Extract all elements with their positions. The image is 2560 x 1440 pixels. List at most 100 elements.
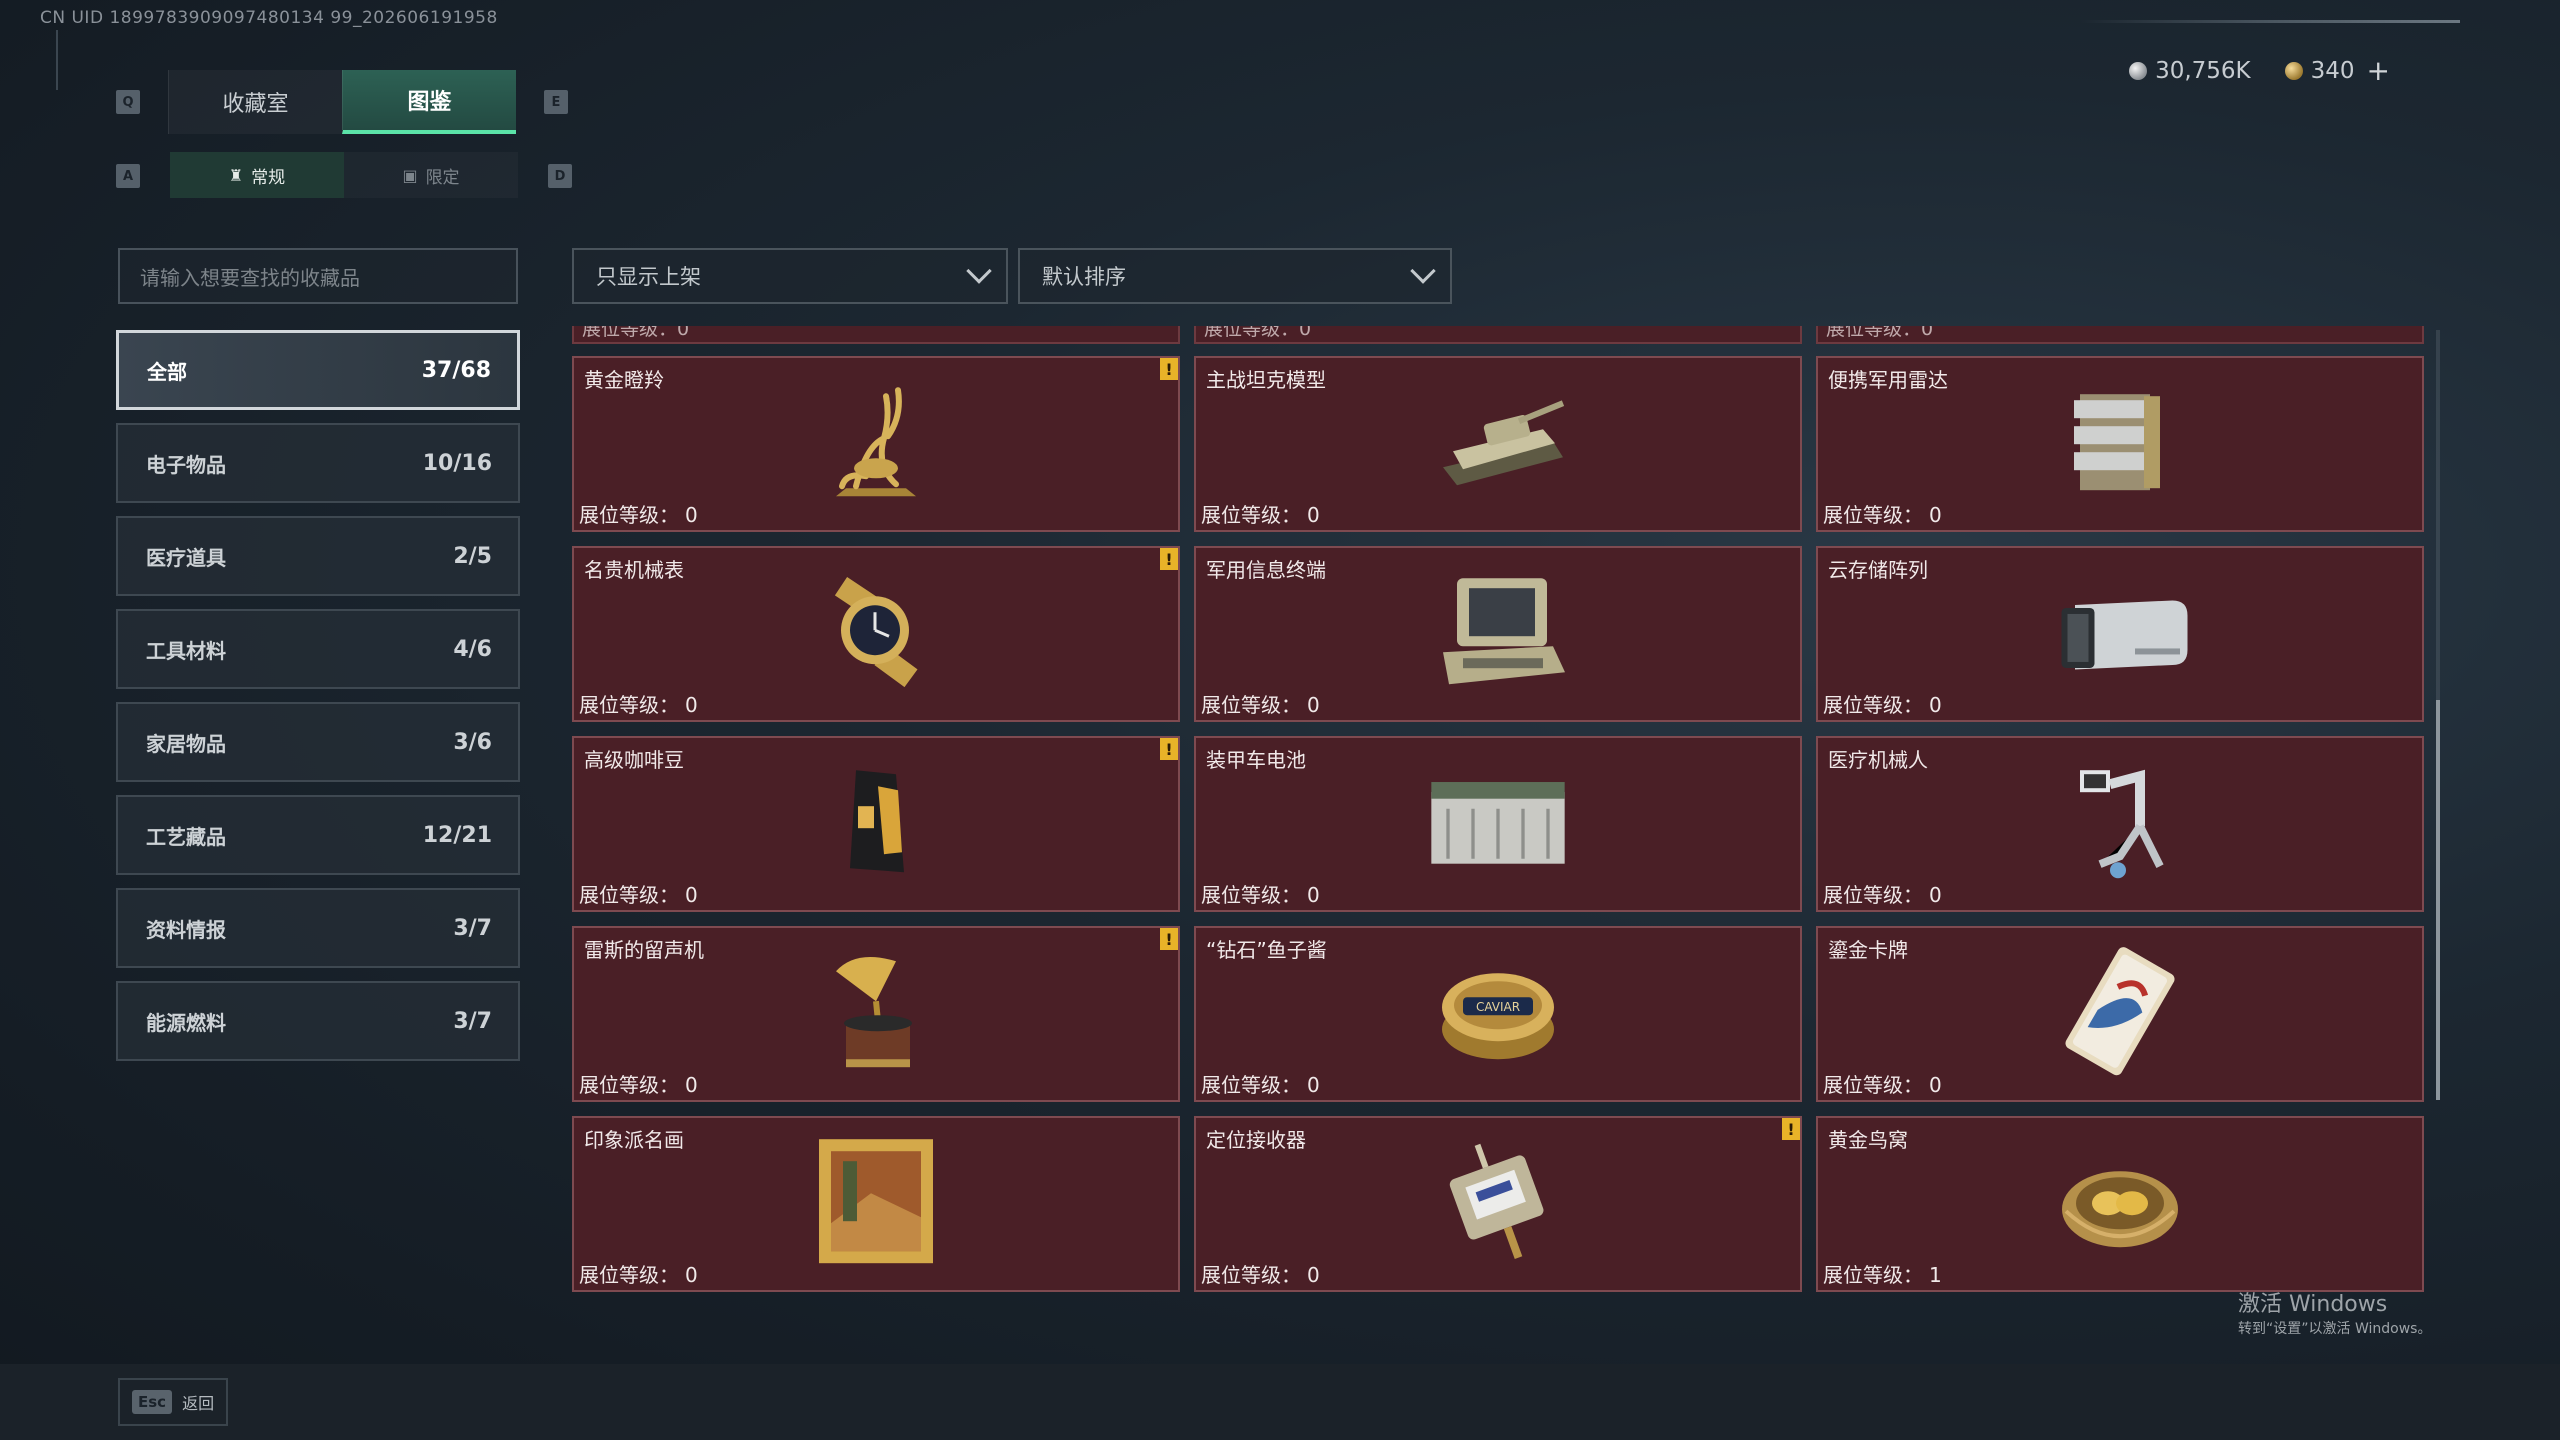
partial-card[interactable]: 展位等级：0 [572, 326, 1180, 344]
key-hint-a: A [116, 164, 140, 188]
silver-amount: 30,756K [2155, 57, 2251, 84]
item-level: 展位等级： 0 [1823, 879, 1942, 908]
shelf-filter-dropdown[interactable]: 只显示上架 [572, 248, 1008, 304]
grid-scrollbar[interactable] [2436, 330, 2440, 1100]
tab-limited[interactable]: ▣ 限定 [344, 152, 518, 198]
level-value: 0 [685, 1073, 698, 1097]
category-list: 全部 37/68 电子物品 10/16 医疗道具 2/5 工具材料 4/6 家居… [116, 330, 520, 1074]
item-level: 展位等级： 0 [1201, 499, 1320, 528]
item-card[interactable]: 雷斯的留声机 ! 展位等级： 0 [572, 926, 1180, 1102]
image-icon: ▣ [402, 165, 418, 185]
tab-catalog[interactable]: 图鉴 [342, 70, 516, 134]
receiver-icon [1423, 1131, 1573, 1271]
level-label: 展位等级： [579, 883, 679, 907]
level-value: 0 [685, 883, 698, 907]
chevron-down-icon [966, 258, 992, 284]
level-label: 展位等级： [1201, 1263, 1301, 1287]
category-count: 10/16 [422, 450, 492, 476]
level-label: 展位等级： [579, 503, 679, 527]
esc-key-hint: Esc [132, 1390, 173, 1414]
gold-coin-icon [2284, 61, 2303, 80]
gramophone-icon [801, 941, 951, 1081]
category-electronics[interactable]: 电子物品 10/16 [116, 423, 520, 503]
warning-badge-icon: ! [1160, 738, 1178, 760]
tab-collection-room[interactable]: 收藏室 [168, 70, 342, 134]
item-level: 展位等级： 0 [1201, 689, 1320, 718]
search-input[interactable]: 请输入想要查找的收藏品 [118, 248, 518, 304]
level-value: 0 [1929, 1073, 1942, 1097]
level-label: 展位等级： [1823, 503, 1923, 527]
bottle-icon: ♜ [228, 165, 244, 185]
sub-tab-bar: ♜ 常规 ▣ 限定 [170, 152, 518, 198]
uid-label: CN UID 1899783909097480134 99_2026061919… [40, 8, 498, 28]
category-medical[interactable]: 医疗道具 2/5 [116, 516, 520, 596]
level-label: 展位等级： [1823, 1263, 1923, 1287]
category-tools[interactable]: 工具材料 4/6 [116, 609, 520, 689]
item-name: 主战坦克模型 [1206, 368, 1326, 392]
windows-activation-watermark: 激活 Windows 转到“设置”以激活 Windows。 [2238, 1286, 2431, 1338]
category-intel[interactable]: 资料情报 3/7 [116, 888, 520, 968]
item-card[interactable]: 鎏金卡牌 展位等级： 0 [1816, 926, 2424, 1102]
category-energy[interactable]: 能源燃料 3/7 [116, 981, 520, 1061]
partial-card[interactable]: 展位等级：0 [1816, 326, 2424, 344]
item-name: 鎏金卡牌 [1828, 938, 1908, 962]
item-name: 定位接收器 [1206, 1128, 1306, 1152]
category-crafts[interactable]: 工艺藏品 12/21 [116, 795, 520, 875]
sort-dropdown[interactable]: 默认排序 [1018, 248, 1452, 304]
item-card[interactable]: 黄金瞪羚 ! 展位等级： 0 [572, 356, 1180, 532]
key-hint-e: E [544, 90, 568, 114]
category-label: 资料情报 [146, 917, 226, 942]
item-level: 展位等级： 0 [1201, 1259, 1320, 1288]
partial-row-top: 展位等级：0 展位等级：0 展位等级：0 [572, 326, 2424, 344]
item-level: 展位等级： 0 [579, 689, 698, 718]
item-card[interactable]: 主战坦克模型 展位等级： 0 [1194, 356, 1802, 532]
warning-badge-icon: ! [1160, 928, 1178, 950]
item-card[interactable]: “钻石”鱼子酱 CAVIAR 展位等级： 0 [1194, 926, 1802, 1102]
item-name: 军用信息终端 [1206, 558, 1326, 582]
item-name: 高级咖啡豆 [584, 748, 684, 772]
category-label: 工艺藏品 [146, 824, 226, 849]
item-name: 印象派名画 [584, 1128, 684, 1152]
medical-robot-icon [2045, 751, 2195, 891]
sort-value: 默认排序 [1042, 265, 1126, 289]
item-level: 展位等级： 0 [579, 499, 698, 528]
level-label: 展位等级： [1823, 1073, 1923, 1097]
item-card[interactable]: 医疗机械人 展位等级： 0 [1816, 736, 2424, 912]
item-card[interactable]: 定位接收器 ! 展位等级： 0 [1194, 1116, 1802, 1292]
category-all[interactable]: 全部 37/68 [116, 330, 520, 410]
top-tab-bar: 收藏室 图鉴 [168, 70, 516, 134]
level-value: 1 [1929, 1263, 1942, 1287]
back-button[interactable]: Esc 返回 [118, 1378, 228, 1426]
item-card[interactable]: 便携军用雷达 展位等级： 0 [1816, 356, 2424, 532]
level-value: 0 [1307, 503, 1320, 527]
level-label: 展位等级： [579, 693, 679, 717]
category-label: 医疗道具 [146, 545, 226, 570]
item-card[interactable]: 名贵机械表 ! 展位等级： 0 [572, 546, 1180, 722]
item-level: 展位等级： 0 [1823, 499, 1942, 528]
silver-currency: 30,756K [2129, 58, 2251, 84]
item-card[interactable]: 黄金鸟窝 展位等级： 1 [1816, 1116, 2424, 1292]
silver-coin-icon [2129, 61, 2148, 80]
tab-regular[interactable]: ♜ 常规 [170, 152, 344, 198]
item-card[interactable]: 高级咖啡豆 ! 展位等级： 0 [572, 736, 1180, 912]
item-card[interactable]: 云存储阵列 展位等级： 0 [1816, 546, 2424, 722]
item-level: 展位等级： 0 [1823, 689, 1942, 718]
add-currency-button[interactable]: + [2367, 54, 2390, 87]
item-level: 展位等级： 0 [1201, 1069, 1320, 1098]
item-card[interactable]: 装甲车电池 展位等级： 0 [1194, 736, 1802, 912]
item-level: 展位等级： 0 [1823, 1069, 1942, 1098]
category-label: 电子物品 [146, 452, 226, 477]
tab-regular-label: 常规 [251, 167, 286, 188]
item-card[interactable]: 印象派名画 展位等级： 0 [572, 1116, 1180, 1292]
partial-card[interactable]: 展位等级：0 [1194, 326, 1802, 344]
category-label: 家居物品 [146, 731, 226, 756]
item-card[interactable]: 军用信息终端 展位等级： 0 [1194, 546, 1802, 722]
storage-array-icon [2045, 561, 2195, 701]
painting-icon [801, 1131, 951, 1271]
category-household[interactable]: 家居物品 3/6 [116, 702, 520, 782]
level-label: 展位等级： [1201, 883, 1301, 907]
scrollbar-thumb[interactable] [2436, 700, 2440, 1100]
card-level-text: 展位等级：0 [1204, 326, 1312, 340]
caviar-label: CAVIAR [1476, 1000, 1520, 1014]
decorative-line [2080, 20, 2460, 23]
